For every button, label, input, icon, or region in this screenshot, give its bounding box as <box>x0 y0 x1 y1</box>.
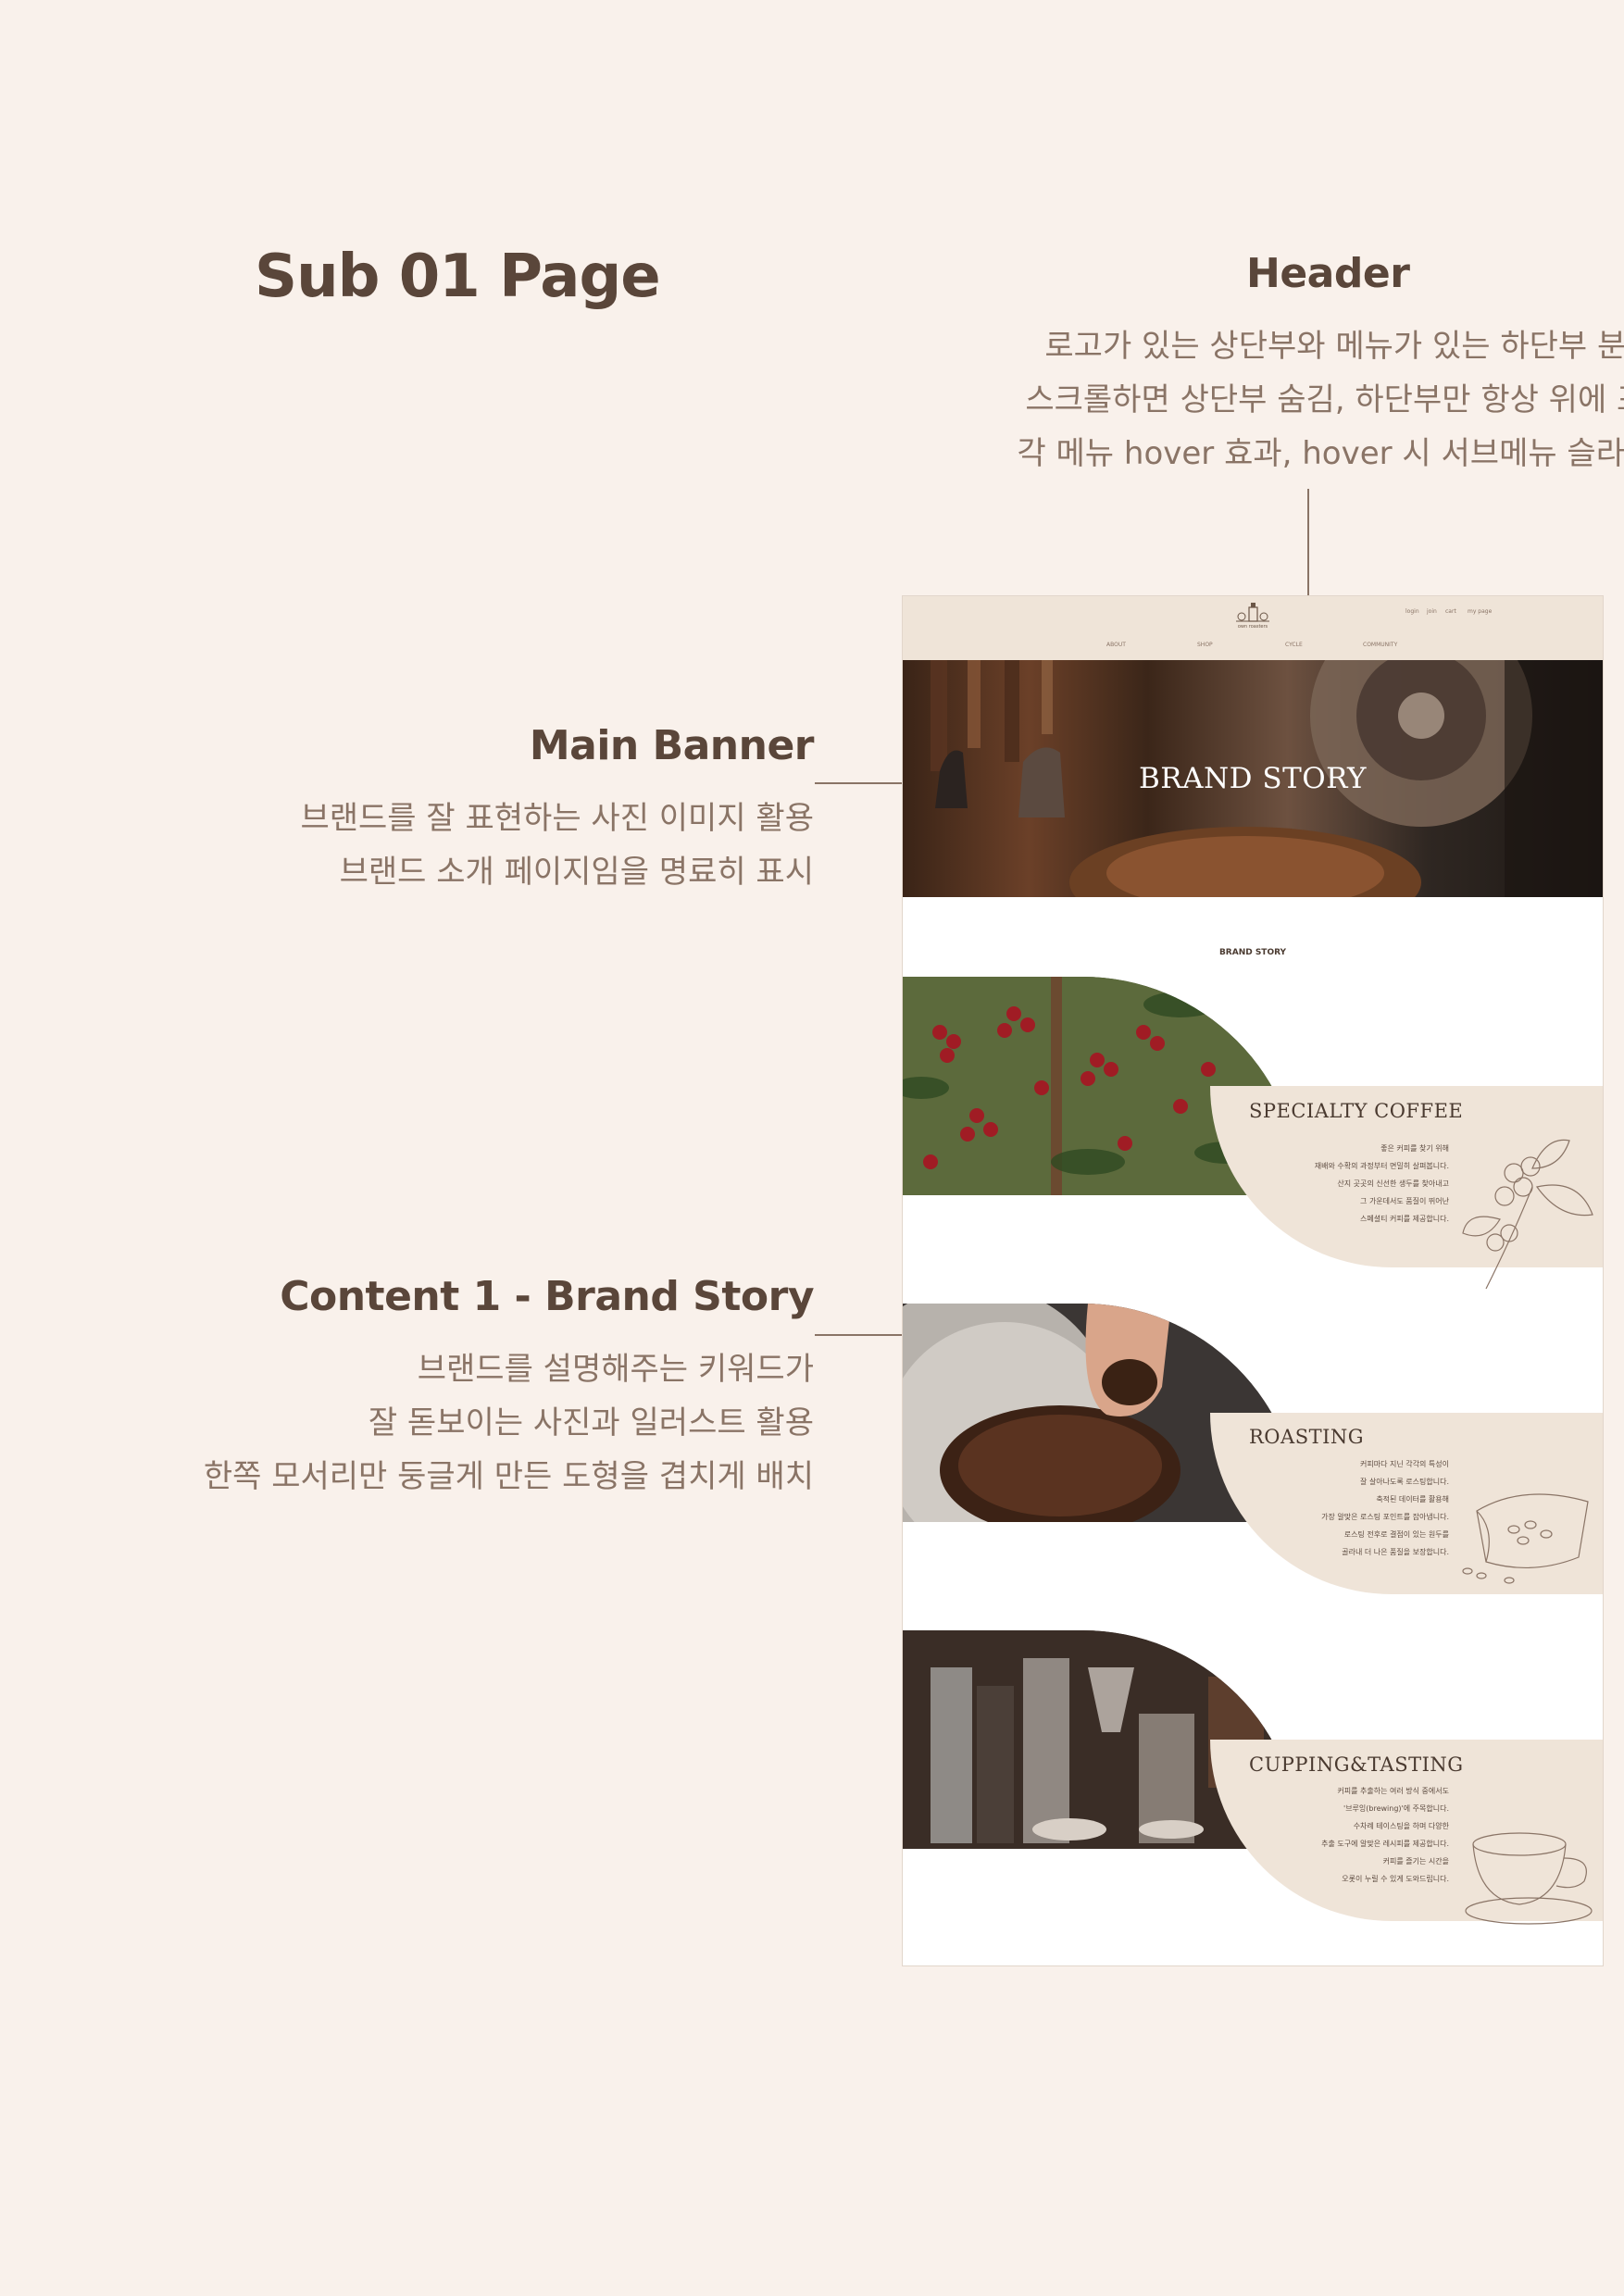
roasting-line: 골라내 더 나은 품질을 보장합니다. <box>1342 1548 1449 1556</box>
coffee-cup-sketch-icon <box>1465 1832 1593 1925</box>
content-note-line: 한쪽 모서리만 둥글게 만든 도형을 겹치게 배치 <box>203 1458 814 1495</box>
nav-cycle[interactable]: CYCLE <box>1285 642 1303 648</box>
roasting-line: 축적된 데이터를 활용해 <box>1376 1495 1449 1504</box>
specialty-title: SPECIALTY COFFEE <box>1249 1100 1464 1122</box>
cart-link[interactable]: cart <box>1445 608 1456 615</box>
content-note-title: Content 1 - Brand Story <box>280 1273 814 1320</box>
cupping-line: '브루잉(brewing)'에 주목합니다. <box>1343 1804 1449 1813</box>
join-link[interactable]: join <box>1427 608 1437 615</box>
header-note-line: 로고가 있는 상단부와 메뉴가 있는 하단부 분리 <box>1044 328 1624 365</box>
cupping-line: 추출 도구에 알맞은 레시피를 제공합니다. <box>1321 1840 1449 1848</box>
page-mockup: own roasters login join cart my page ABO… <box>902 595 1604 1966</box>
specialty-text: 좋은 커피를 찾기 위해 재배와 수확의 과정부터 면밀히 살펴봅니다. 산지 … <box>1116 1140 1449 1228</box>
header-note-line: 각 메뉴 hover 효과, hover 시 서브메뉴 슬라이드 <box>1017 435 1624 472</box>
roasting-line: 커피마다 지닌 각각의 특성이 <box>1360 1460 1449 1468</box>
roasting-title: ROASTING <box>1249 1426 1365 1448</box>
coffee-branch-sketch-icon <box>1462 1139 1593 1290</box>
specialty-line: 재배와 수확의 과정부터 면밀히 살펴봅니다. <box>1314 1162 1449 1170</box>
page-title: Sub 01 Page <box>255 243 661 311</box>
cupping-line: 커피를 즐기는 시간을 <box>1382 1857 1449 1866</box>
coffee-bean-sack-sketch-icon <box>1462 1493 1589 1584</box>
section-label: BRAND STORY <box>1218 948 1287 957</box>
banner-note-line: 브랜드를 잘 표현하는 사진 이미지 활용 <box>300 800 814 837</box>
content-connector <box>815 1334 902 1336</box>
header-note-line: 스크롤하면 상단부 숨김, 하단부만 항상 위에 표시 <box>1025 381 1624 418</box>
header-note-text: 로고가 있는 상단부와 메뉴가 있는 하단부 분리 스크롤하면 상단부 숨김, … <box>980 319 1624 480</box>
cupping-text: 커피를 추출하는 여러 방식 중에서도 '브루잉(brewing)'에 주목합니… <box>1116 1782 1449 1888</box>
content-note-line: 잘 돋보이는 사진과 일러스트 활용 <box>368 1404 814 1441</box>
roasting-line: 가장 알맞은 로스팅 포인트를 잡아냅니다. <box>1321 1513 1449 1521</box>
content-note-text: 브랜드를 설명해주는 키워드가 잘 돋보이는 사진과 일러스트 활용 한쪽 모서… <box>204 1342 814 1504</box>
specialty-line: 스페셜티 커피를 제공합니다. <box>1360 1215 1449 1223</box>
banner-note-line: 브랜드 소개 페이지임을 명료히 표시 <box>339 854 814 891</box>
nav-community[interactable]: COMMUNITY <box>1363 642 1397 648</box>
cupping-title: CUPPING&TASTING <box>1249 1753 1464 1776</box>
nav-shop[interactable]: SHOP <box>1197 642 1213 648</box>
roasting-line: 잘 살아나도록 로스팅합니다. <box>1360 1478 1449 1486</box>
roasting-text: 커피마다 지닌 각각의 특성이 잘 살아나도록 로스팅합니다. 축적된 데이터를… <box>1116 1455 1449 1561</box>
cupping-line: 수차례 테이스팅을 하며 다양한 <box>1353 1822 1449 1830</box>
banner-note-title: Main Banner <box>529 722 815 769</box>
roasting-line: 로스팅 전후로 결점이 있는 원두를 <box>1343 1530 1449 1539</box>
specialty-line: 산지 곳곳의 신선한 생두를 찾아내고 <box>1337 1179 1449 1188</box>
content-note-line: 브랜드를 설명해주는 키워드가 <box>417 1351 814 1388</box>
login-link[interactable]: login <box>1405 608 1419 615</box>
specialty-line: 좋은 커피를 찾기 위해 <box>1380 1144 1449 1153</box>
mypage-link[interactable]: my page <box>1468 608 1492 615</box>
banner-title: BRAND STORY <box>1138 762 1368 795</box>
logo-text: own roasters <box>1237 624 1268 630</box>
specialty-line: 그 가운데서도 품질이 뛰어난 <box>1360 1197 1449 1205</box>
cupping-line: 오롯이 누릴 수 있게 도와드립니다. <box>1342 1875 1449 1883</box>
mockup-header: own roasters login join cart my page ABO… <box>903 596 1603 660</box>
nav-about[interactable]: ABOUT <box>1106 642 1126 648</box>
cupping-line: 커피를 추출하는 여러 방식 중에서도 <box>1337 1787 1449 1795</box>
header-note-title: Header <box>1246 250 1410 297</box>
main-banner: BRAND STORY <box>903 660 1603 897</box>
banner-note-text: 브랜드를 잘 표현하는 사진 이미지 활용 브랜드 소개 페이지임을 명료히 표… <box>300 792 814 899</box>
